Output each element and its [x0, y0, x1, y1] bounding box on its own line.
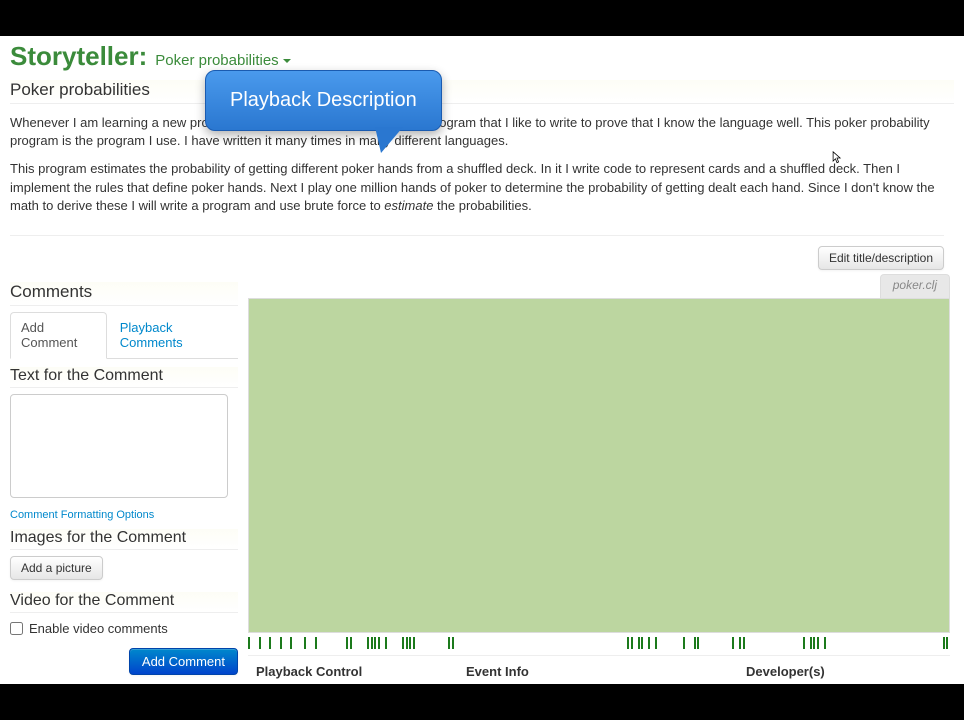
timeline-tick — [350, 637, 352, 649]
timeline-tick — [290, 637, 292, 649]
enable-video-checkbox[interactable] — [10, 622, 23, 635]
description-title: Poker probabilities — [10, 80, 954, 104]
timeline-tick — [378, 637, 380, 649]
timeline-tick — [641, 637, 643, 649]
developers-heading: Developer(s) — [746, 664, 942, 679]
add-picture-button[interactable]: Add a picture — [10, 556, 103, 580]
timeline-tick — [638, 637, 640, 649]
app-title: Storyteller: — [10, 41, 147, 72]
description-paragraph-1: Whenever I am learning a new programming… — [10, 114, 944, 150]
timeline-tick — [739, 637, 741, 649]
code-editor[interactable] — [248, 298, 950, 633]
timeline-tick — [448, 637, 450, 649]
project-dropdown[interactable]: Poker probabilities — [155, 52, 290, 69]
tab-playback-comments[interactable]: Playback Comments — [109, 312, 238, 358]
text-for-comment-heading: Text for the Comment — [10, 367, 238, 388]
dropdown-label-text: Poker probabilities — [155, 52, 278, 69]
timeline-tick — [371, 637, 373, 649]
comment-textarea[interactable] — [10, 394, 228, 498]
event-timeline[interactable] — [248, 635, 950, 651]
tooltip-tail-icon — [375, 127, 403, 153]
timeline-tick — [452, 637, 454, 649]
timeline-tick — [315, 637, 317, 649]
timeline-tick — [367, 637, 369, 649]
event-count-label: Relevant Event count: 0/14205 — [466, 683, 730, 684]
timeline-tick — [946, 637, 948, 649]
timeline-tick — [304, 637, 306, 649]
timeline-tick — [817, 637, 819, 649]
timeline-tick — [655, 637, 657, 649]
timeline-tick — [694, 637, 696, 649]
file-tab[interactable]: poker.clj — [880, 274, 950, 298]
enable-video-label: Enable video comments — [29, 621, 168, 636]
timeline-tick — [346, 637, 348, 649]
cursor-icon — [832, 151, 842, 165]
timeline-tick — [683, 637, 685, 649]
comment-formatting-link[interactable]: Comment Formatting Options — [10, 509, 154, 521]
timeline-tick — [631, 637, 633, 649]
timeline-tick — [385, 637, 387, 649]
comments-heading: Comments — [10, 282, 238, 306]
timeline-tick — [743, 637, 745, 649]
edit-title-description-button[interactable]: Edit title/description — [818, 246, 944, 270]
timeline-tick — [259, 637, 261, 649]
event-info-heading: Event Info — [466, 664, 730, 679]
timeline-tick — [697, 637, 699, 649]
timeline-tick — [943, 637, 945, 649]
tooltip-playback-description: Playback Description — [205, 70, 442, 131]
description-box: Whenever I am learning a new programming… — [10, 110, 944, 236]
timeline-tick — [824, 637, 826, 649]
tab-add-comment[interactable]: Add Comment — [10, 312, 107, 359]
timeline-tick — [803, 637, 805, 649]
timeline-tick — [409, 637, 411, 649]
timeline-tick — [269, 637, 271, 649]
chevron-down-icon — [283, 59, 291, 63]
timeline-tick — [732, 637, 734, 649]
enable-video-checkbox-row[interactable]: Enable video comments — [10, 621, 238, 636]
description-paragraph-2: This program estimates the probability o… — [10, 160, 944, 215]
timeline-tick — [627, 637, 629, 649]
timeline-tick — [402, 637, 404, 649]
timeline-tick — [648, 637, 650, 649]
timeline-tick — [413, 637, 415, 649]
timeline-tick — [406, 637, 408, 649]
images-for-comment-heading: Images for the Comment — [10, 529, 238, 550]
video-for-comment-heading: Video for the Comment — [10, 592, 238, 613]
timeline-tick — [280, 637, 282, 649]
timeline-tick — [248, 637, 250, 649]
tooltip-text: Playback Description — [205, 70, 442, 131]
timeline-tick — [374, 637, 376, 649]
add-comment-button[interactable]: Add Comment — [129, 648, 238, 675]
playback-control-heading: Playback Control — [256, 664, 450, 679]
comment-tabs: Add Comment Playback Comments — [10, 312, 238, 359]
timeline-tick — [810, 637, 812, 649]
header: Storyteller: Poker probabilities — [10, 41, 954, 72]
timeline-tick — [813, 637, 815, 649]
